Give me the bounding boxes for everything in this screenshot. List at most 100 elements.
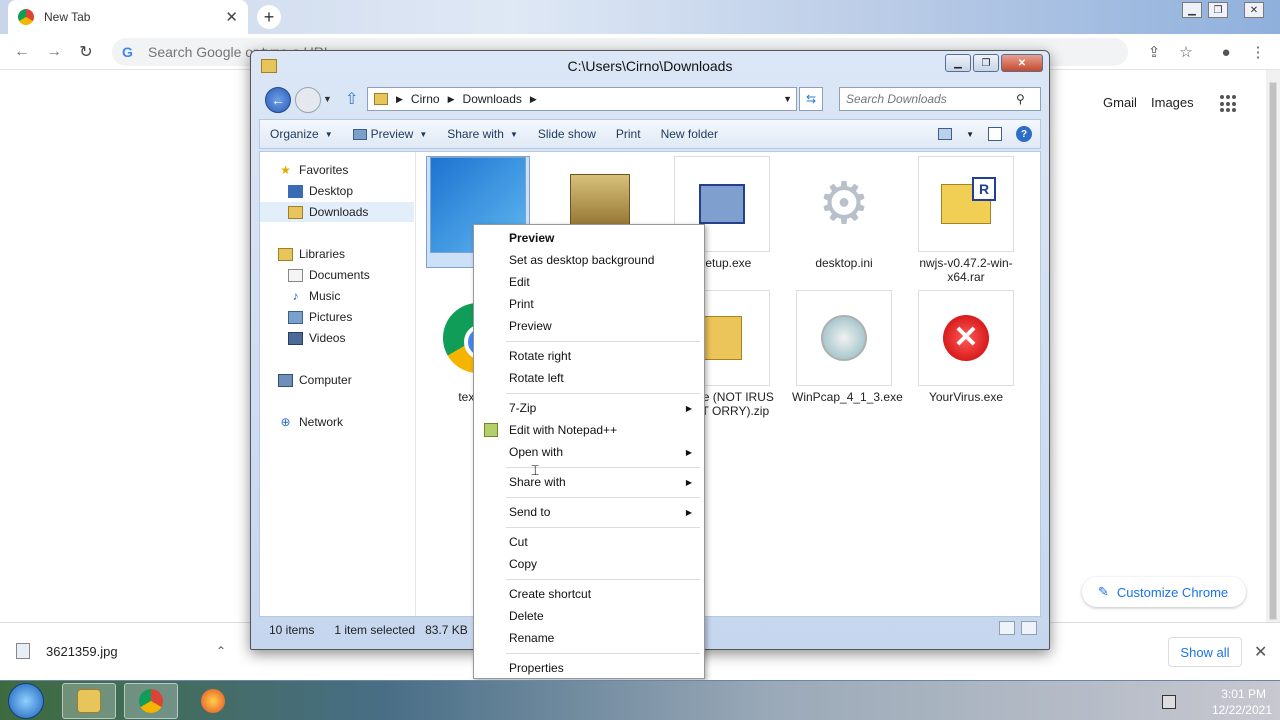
menu-item-preview[interactable]: Preview [476,315,702,337]
apps-grid-icon[interactable] [1220,95,1238,113]
back-arrow-icon[interactable]: ← [12,42,32,62]
close-window-button[interactable]: ✕ [1001,54,1043,72]
forward-arrow-icon[interactable] [295,87,321,113]
menu-item-delete[interactable]: Delete [476,605,702,627]
nav-libraries[interactable]: Libraries [278,244,345,264]
close-icon[interactable]: ✕ [225,8,238,26]
minimize-button[interactable]: ▁ [1182,2,1202,18]
new-tab-button[interactable]: + [257,5,281,29]
maximize-button[interactable]: ❐ [1208,2,1228,18]
nav-network[interactable]: ⊕ Network [278,412,343,432]
file-item-winpcap[interactable]: WinPcap_4_1_3.exe [792,290,903,404]
selection-size: 83.7 KB [425,623,468,637]
large-icons-view-icon[interactable] [1021,621,1037,635]
download-filename: 3621359.jpg [46,643,118,659]
image-file-icon [16,643,30,659]
menu-item-7zip[interactable]: 7-Zip ▶ [476,397,702,419]
nav-computer[interactable]: Computer [278,370,352,390]
nav-desktop[interactable]: Desktop [288,181,353,201]
breadcrumb-downloads[interactable]: Downloads [463,92,522,106]
menu-item-set-desktop-background[interactable]: Set as desktop background [476,249,702,271]
chrome-tab-strip: New Tab ✕ + ▁ ❐ ✕ [0,0,1280,34]
taskbar-firefox[interactable] [186,683,240,719]
chevron-down-icon[interactable]: ▼ [783,94,792,104]
chevron-down-icon[interactable]: ▼ [966,130,974,139]
gear-icon: ⚙ [796,156,892,252]
preview-pane-icon[interactable] [988,127,1002,141]
help-icon[interactable]: ? [1016,126,1032,142]
menu-icon[interactable]: ⋮ [1248,43,1268,61]
search-input[interactable] [846,92,1016,106]
nav-pictures[interactable]: Pictures [288,307,352,327]
images-link[interactable]: Images [1151,95,1194,110]
menu-item-copy[interactable]: Copy [476,553,702,575]
menu-item-send-to[interactable]: Send to ▶ [476,501,702,523]
new-folder-button[interactable]: New folder [651,127,728,141]
nav-favorites[interactable]: ★ Favorites [278,160,348,180]
menu-item-properties[interactable]: Properties [476,657,702,679]
clock-time[interactable]: 3:01 PM [1221,687,1266,701]
menu-item-open-with[interactable]: Open with ▶ [476,441,702,463]
preview-button[interactable]: Preview ▼ [343,127,438,141]
gmail-link[interactable]: Gmail [1103,95,1137,110]
nav-music[interactable]: ♪ Music [288,286,341,306]
nav-downloads[interactable]: Downloads [260,202,414,222]
details-view-icon[interactable] [999,621,1015,635]
download-item[interactable]: 3621359.jpg ⌃ [16,643,226,659]
clock-date[interactable]: 12/22/2021 [1212,703,1272,717]
nav-videos[interactable]: Videos [288,328,345,348]
forward-arrow-icon[interactable]: → [44,42,64,62]
menu-item-cut[interactable]: Cut [476,531,702,553]
start-button[interactable] [8,683,44,719]
back-arrow-icon[interactable]: ← [265,87,291,113]
menu-item-edit[interactable]: Edit [476,271,702,293]
file-item-desktop-ini[interactable]: ⚙ desktop.ini [792,156,896,270]
page-scrollbar[interactable] [1266,70,1280,622]
print-button[interactable]: Print [606,127,651,141]
share-icon[interactable]: ⇪ [1144,43,1164,61]
explorer-icon [77,689,101,713]
close-icon[interactable]: ✕ [1254,642,1267,662]
address-bar[interactable]: ▶ Cirno ▶ Downloads ▶ ▼ [367,87,797,111]
menu-item-create-shortcut[interactable]: Create shortcut [476,583,702,605]
menu-item-rotate-left[interactable]: Rotate left [476,367,702,389]
taskbar-chrome[interactable] [124,683,178,719]
share-with-button[interactable]: Share with ▼ [437,127,528,141]
network-tray-icon[interactable] [1162,695,1176,709]
nav-documents[interactable]: Documents [288,265,370,285]
menu-item-print[interactable]: Print [476,293,702,315]
up-arrow-icon[interactable]: ⇧ [345,89,358,109]
close-window-button[interactable]: ✕ [1244,2,1264,18]
explorer-title: C:\Users\Cirno\Downloads [567,58,733,74]
show-all-button[interactable]: Show all [1168,637,1242,667]
minimize-button[interactable]: ▁ [945,54,971,72]
menu-item-rotate-right[interactable]: Rotate right [476,345,702,367]
menu-item-edit-with-notepadpp[interactable]: Edit with Notepad++ [476,419,702,441]
customize-chrome-button[interactable]: ✎ Customize Chrome [1082,577,1246,607]
menu-separator [476,575,702,583]
file-item-yourvirus[interactable]: ✕ YourVirus.exe [914,290,1018,404]
slide-show-button[interactable]: Slide show [528,127,606,141]
menu-item-share-with[interactable]: Share with ▶ [476,471,702,493]
error-x-icon: ✕ [918,290,1014,386]
file-item-nwjs-rar[interactable]: R nwjs-v0.47.2-win-x64.rar [914,156,1018,284]
navigation-pane: ★ Favorites Desktop Downloads Libraries D… [260,152,416,616]
organize-button[interactable]: Organize ▼ [260,127,343,141]
chevron-down-icon[interactable]: ▼ [323,94,332,104]
menu-item-preview-default[interactable]: Preview [476,227,702,249]
taskbar-explorer[interactable] [62,683,116,719]
search-box[interactable]: ⚲ [839,87,1041,111]
notepadpp-icon [484,423,498,437]
refresh-icon[interactable]: ⇆ [799,87,823,111]
chevron-up-icon[interactable]: ⌃ [216,644,226,658]
google-icon: G [122,44,133,60]
maximize-button[interactable]: ❐ [973,54,999,72]
view-options-icon[interactable] [938,128,953,140]
star-icon[interactable]: ☆ [1176,43,1196,61]
folder-icon [374,93,388,105]
profile-icon[interactable]: ● [1216,43,1236,61]
tab-new-tab[interactable]: New Tab ✕ [8,0,248,34]
menu-item-rename[interactable]: Rename [476,627,702,649]
breadcrumb-cirno[interactable]: Cirno [411,92,440,106]
reload-icon[interactable]: ↻ [76,42,96,62]
